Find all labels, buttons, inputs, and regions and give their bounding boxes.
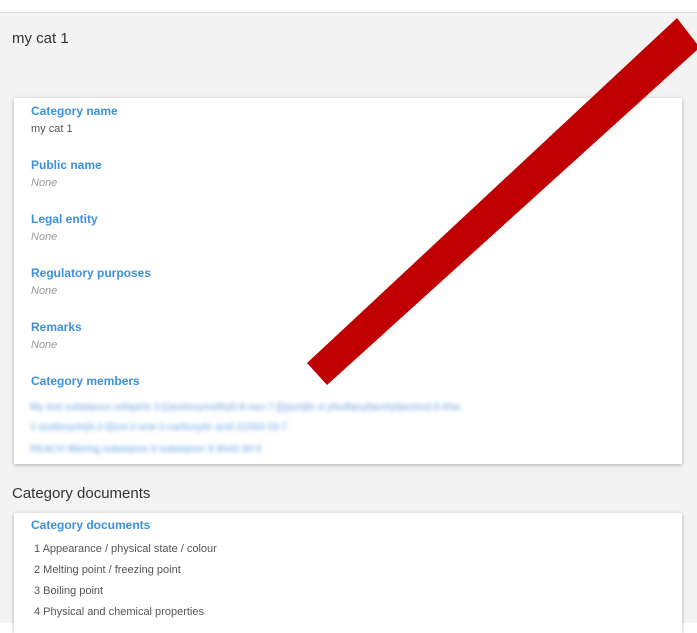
category-member-link[interactable]: My test substance cefapirin 3-[(acetoxym… [30, 402, 462, 413]
document-item[interactable]: 4 Physical and chemical properties [34, 606, 204, 618]
regulatory-purposes-field: Regulatory purposes None [31, 266, 151, 298]
legal-entity-label: Legal entity [31, 212, 98, 226]
category-name-value: my cat 1 [31, 123, 73, 135]
category-name-field: Category name my cat 1 [31, 104, 118, 136]
document-item[interactable]: 3 Boiling point [34, 585, 103, 597]
public-name-label: Public name [31, 158, 102, 172]
public-name-field: Public name None [31, 158, 102, 190]
regulatory-purposes-value: None [31, 285, 58, 297]
category-members-label: Category members [31, 374, 140, 388]
category-documents-card: Category documents 1 Appearance / physic… [14, 513, 682, 633]
legal-entity-field: Legal entity None [31, 212, 98, 244]
regulatory-purposes-label: Regulatory purposes [31, 266, 152, 280]
documents-section-title: Category documents [12, 485, 151, 502]
category-member-link[interactable]: 1-azabicyclo[4.2.0]oct-2-ene-2-carboxyli… [30, 422, 287, 433]
category-documents-label: Category documents [31, 518, 151, 532]
remarks-label: Remarks [31, 320, 82, 334]
page-title: my cat 1 [12, 30, 69, 47]
document-item[interactable]: 2 Melting point / freezing point [34, 564, 181, 576]
category-member-link[interactable]: REACH filtering substance 9 substance 9 … [30, 444, 262, 455]
public-name-value: None [31, 177, 58, 189]
legal-entity-value: None [31, 231, 58, 243]
remarks-field: Remarks None [31, 320, 82, 352]
category-details-card: Category name my cat 1 Public name None … [14, 98, 682, 464]
category-name-label: Category name [31, 104, 118, 118]
document-item[interactable]: 1 Appearance / physical state / colour [34, 543, 217, 555]
remarks-value: None [31, 339, 58, 351]
category-members-field: Category members [31, 374, 140, 388]
